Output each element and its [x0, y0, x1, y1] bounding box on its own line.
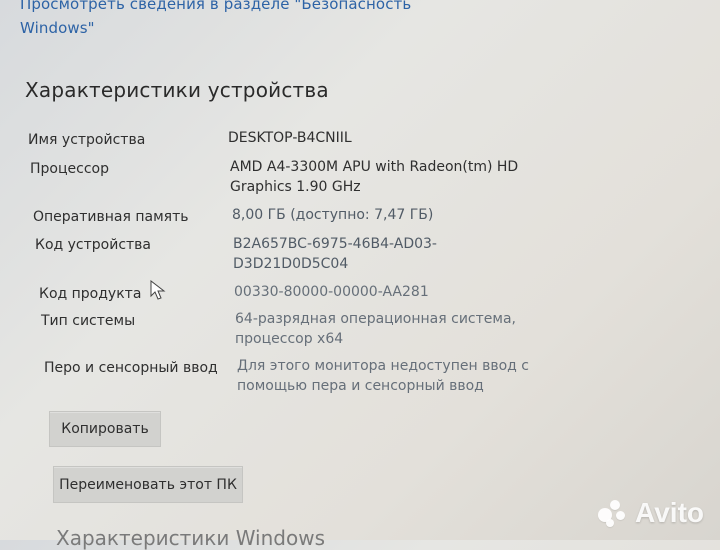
system-type-value: 64-разрядная операционная система, проце…: [235, 311, 516, 347]
device-specs-title: Характеристики устройства: [25, 78, 329, 102]
pen-touch-value: Для этого монитора недоступен ввод с пом…: [237, 358, 529, 394]
ram-label: Оперативная память: [33, 209, 189, 225]
rename-pc-button[interactable]: Переименовать этот ПК: [53, 466, 243, 503]
avito-text: Avito: [635, 497, 704, 528]
avito-watermark: Avito: [597, 497, 704, 529]
avito-logo-icon: [597, 497, 629, 529]
product-id-label: Код продукта: [39, 286, 142, 302]
device-id-value: B2A657BC-6975-46B4-AD03- D3D21D0D5C04: [233, 236, 437, 272]
device-name-value: DESKTOP-B4CNIIL: [228, 130, 352, 146]
processor-label: Процессор: [30, 161, 109, 177]
mouse-pointer-icon: [150, 280, 166, 300]
windows-specs-title: Характеристики Windows: [56, 526, 325, 550]
system-type-label: Тип системы: [41, 313, 136, 329]
ram-value: 8,00 ГБ (доступно: 7,47 ГБ): [232, 207, 434, 223]
processor-value: AMD A4-3300M APU with Radeon(tm) HD Grap…: [230, 159, 519, 195]
product-id-value: 00330-80000-00000-AA281: [234, 284, 429, 300]
windows-security-link[interactable]: Просмотреть сведения в разделе "Безопасн…: [20, 0, 450, 40]
copy-button[interactable]: Копировать: [49, 411, 161, 447]
pen-touch-label: Перо и сенсорный ввод: [44, 360, 218, 376]
device-name-label: Имя устройства: [28, 132, 146, 148]
device-id-label: Код устройства: [35, 237, 152, 253]
